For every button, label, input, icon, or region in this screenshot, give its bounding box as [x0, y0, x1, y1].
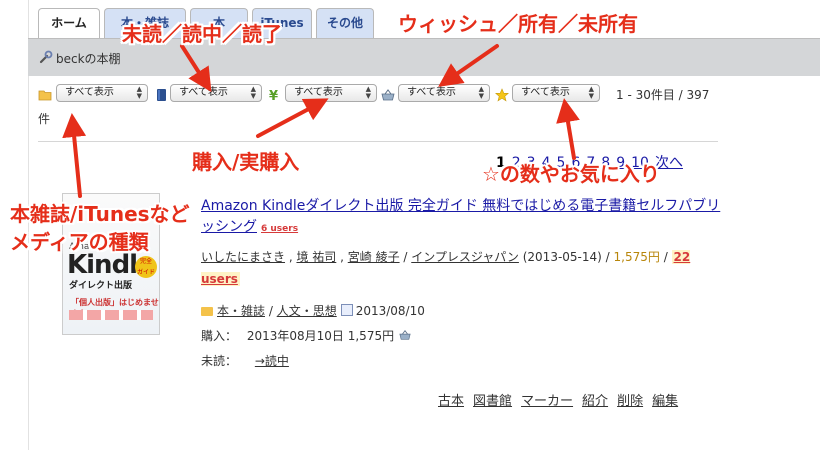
author-link[interactable]: 境 祐司: [296, 250, 336, 264]
ownership-filter-select[interactable]: すべて表示 ▲ ▼: [398, 84, 490, 102]
star-filter-value: すべて表示: [521, 87, 570, 98]
mark-reading-link[interactable]: →読中: [255, 354, 289, 368]
publisher-link[interactable]: インプレスジャパン: [411, 250, 519, 264]
media-filter-select[interactable]: すべて表示 ▲ ▼: [56, 84, 148, 102]
svg-text:¥: ¥: [269, 89, 278, 102]
yen-icon: ¥: [269, 89, 278, 102]
select-arrows-icon: ▲ ▼: [588, 85, 594, 100]
purchase-row: 購入： 2013年08月10日 1,575円: [201, 327, 412, 344]
annotation-read-status: 未読／読中／読了: [122, 22, 282, 46]
shelf-title[interactable]: beckの本棚: [56, 50, 121, 67]
arrow-stars: [556, 98, 580, 160]
genre-link[interactable]: 人文・思想: [277, 304, 337, 318]
select-arrows-icon: ▲ ▼: [478, 85, 484, 100]
edit-link[interactable]: 編集: [652, 394, 678, 409]
select-arrows-icon: ▲ ▼: [365, 85, 371, 100]
release-date: (2013-05-14): [522, 250, 602, 264]
star-icon: [495, 88, 509, 102]
ownership-filter-value: すべて表示: [407, 87, 456, 98]
arrow-purchase: [256, 98, 329, 138]
select-arrows-icon: ▲ ▼: [136, 85, 142, 100]
arrow-media: [62, 113, 87, 198]
cover-badge: 完全 ガイド: [135, 256, 157, 278]
media-filter-value: すべて表示: [65, 87, 114, 98]
wrench-icon[interactable]: [39, 50, 53, 64]
calendar-icon: [340, 304, 353, 316]
price: 1,575円: [613, 250, 660, 264]
purchase-filter-select[interactable]: すべて表示 ▲ ▼: [285, 84, 377, 102]
annotation-stars: ☆の数やお気に入り: [482, 162, 660, 186]
category-row: 本・雑誌 / 人文・思想 2013/08/10: [201, 302, 425, 319]
added-date: 2013/08/10: [355, 304, 425, 318]
purchase-value: 2013年08月10日 1,575円: [246, 329, 395, 343]
annotation-media-1: 本雑誌/iTunesなど: [10, 202, 190, 226]
status-label: 未読：: [201, 354, 238, 368]
star-filter-select[interactable]: すべて表示 ▲ ▼: [512, 84, 600, 102]
bookshelf-page: ホーム 本・雑誌 本 iTunes その他 beckの本棚 すべて表示 ▲ ▼ す…: [0, 0, 822, 450]
delete-link[interactable]: 削除: [617, 394, 643, 409]
result-count-suffix: 件: [38, 112, 51, 126]
folder-icon: [201, 307, 213, 316]
marker-link[interactable]: マーカー: [521, 394, 573, 409]
read-status-select[interactable]: すべて表示 ▲ ▼: [170, 84, 262, 102]
divider: [38, 141, 718, 142]
cover-strip: [69, 310, 153, 320]
used-book-link[interactable]: 古本: [438, 394, 464, 409]
users-small-badge[interactable]: 6 users: [261, 224, 298, 234]
annotation-wish: ウィッシュ／所有／未所有: [398, 12, 638, 36]
tab-home[interactable]: ホーム: [38, 8, 100, 39]
status-row: 未読： →読中: [201, 352, 289, 369]
book-actions: 古本 図書館 マーカー 紹介 削除 編集: [438, 390, 687, 409]
folder-icon: [38, 90, 52, 101]
tab-other[interactable]: その他: [316, 8, 374, 38]
result-count: 1 - 30件目 / 397: [616, 88, 710, 102]
annotation-purchase: 購入/実購入: [192, 150, 300, 174]
book-icon: [157, 89, 166, 101]
read-status-value: すべて表示: [179, 87, 228, 98]
introduce-link[interactable]: 紹介: [582, 394, 608, 409]
book-meta: いしたにまさき , 境 祐司 , 宮崎 綾子 / インプレスジャパン (2013…: [201, 250, 691, 286]
basket-icon: [381, 89, 395, 101]
basket-icon: [399, 330, 411, 340]
book-title-block: Amazon Kindleダイレクト出版 完全ガイド 無料ではじめる電子書籍セル…: [201, 196, 721, 240]
select-arrows-icon: ▲ ▼: [250, 85, 256, 100]
author-link[interactable]: 宮崎 綾子: [348, 250, 400, 264]
cover-text: ダイレクト出版: [69, 281, 133, 291]
purchase-filter-value: すべて表示: [294, 87, 343, 98]
purchase-label: 購入：: [201, 329, 238, 343]
author-link[interactable]: いしたにまさき: [201, 250, 285, 264]
library-link[interactable]: 図書館: [473, 394, 512, 409]
annotation-media-2: メディアの種類: [10, 230, 149, 254]
category-link[interactable]: 本・雑誌: [217, 304, 265, 318]
